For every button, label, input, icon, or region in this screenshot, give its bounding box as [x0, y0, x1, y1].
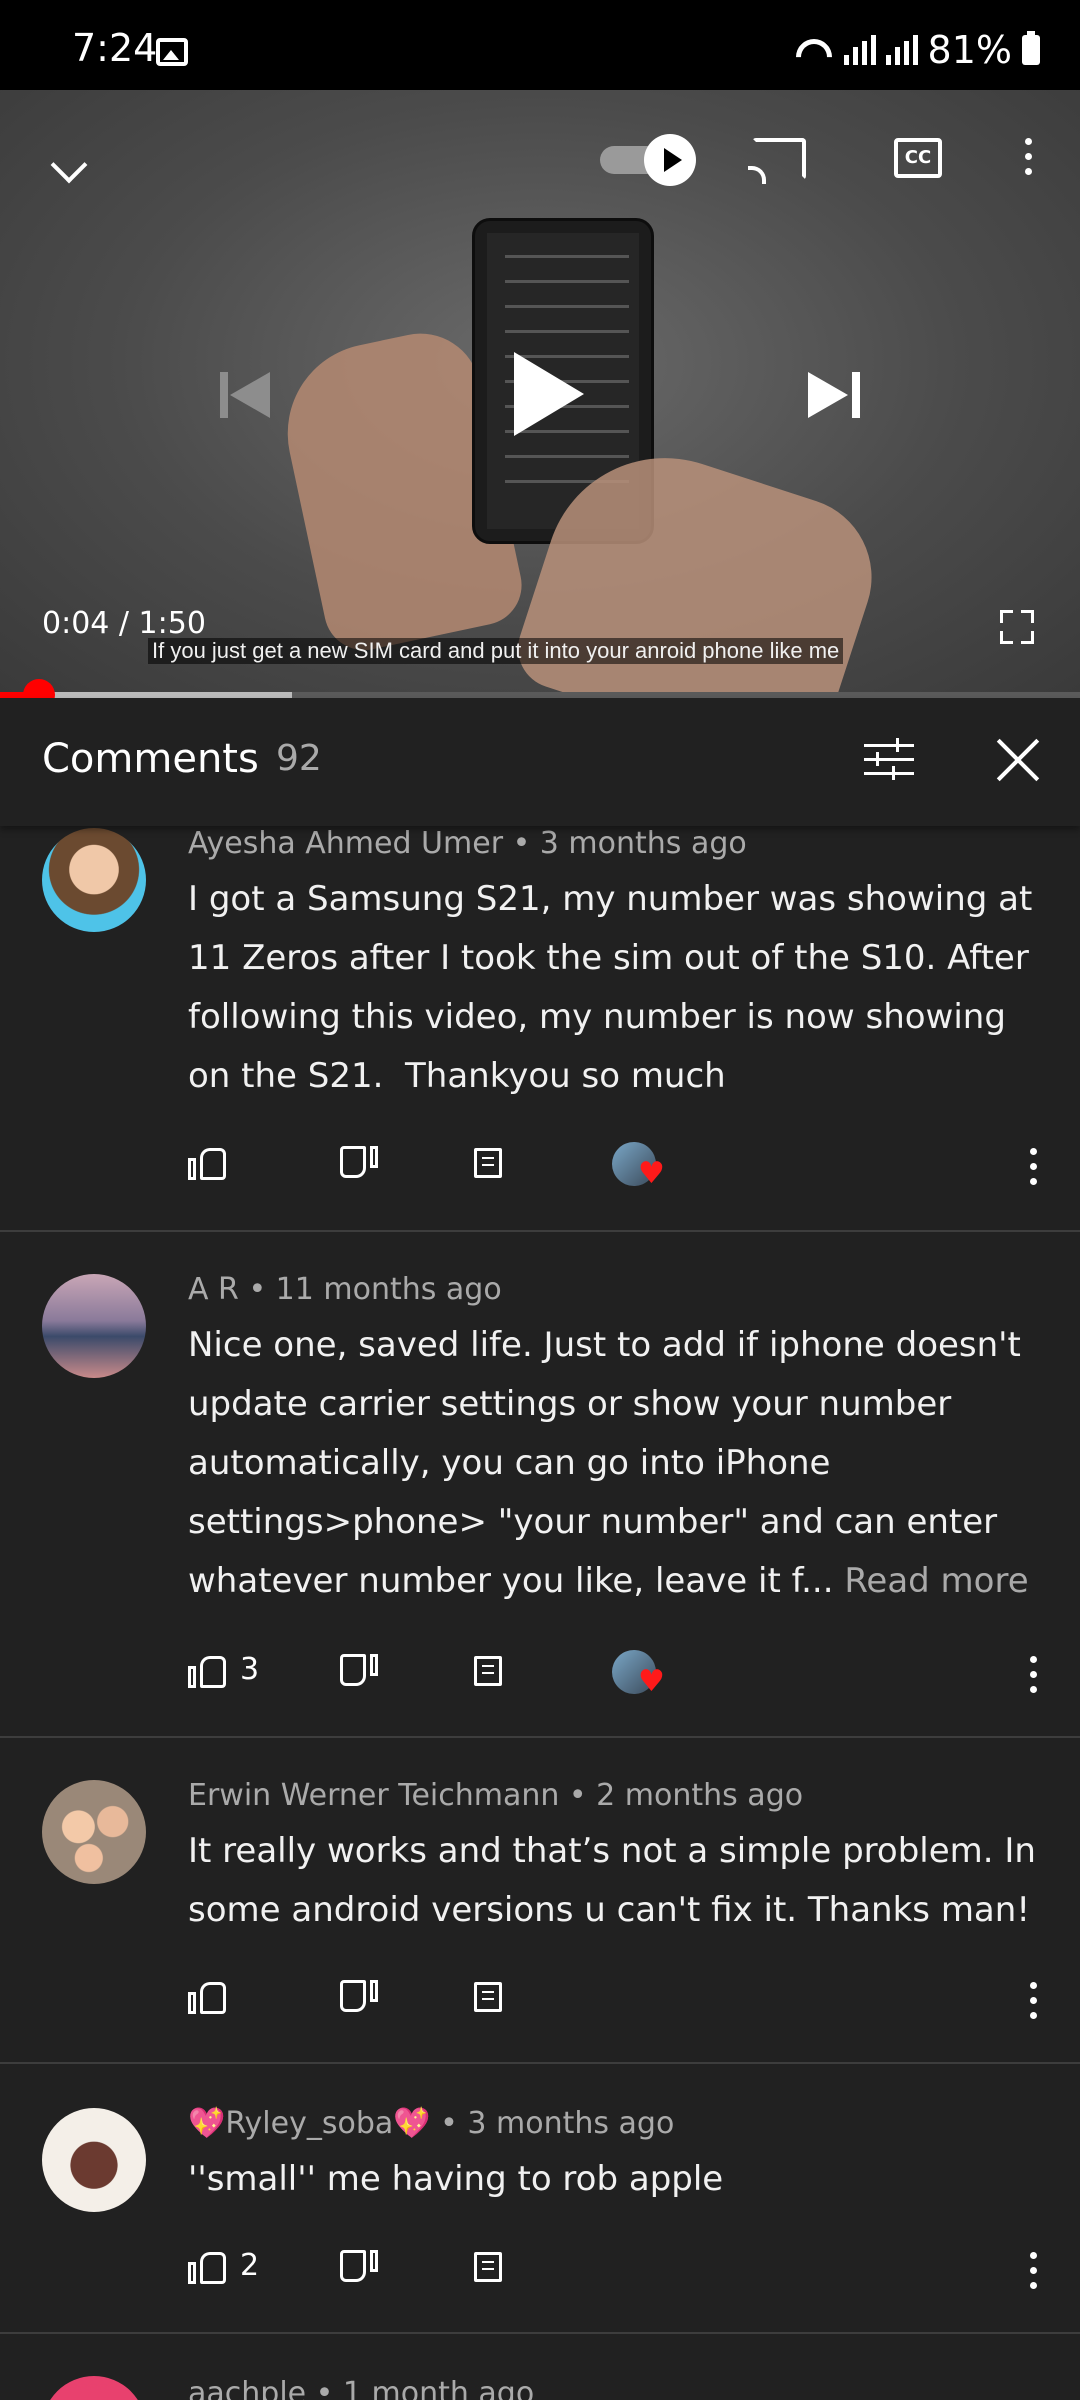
wifi-icon: [794, 35, 834, 65]
battery-icon: [1022, 31, 1040, 65]
reply-icon[interactable]: [474, 1148, 502, 1178]
avatar[interactable]: [42, 2108, 146, 2212]
like-icon[interactable]: [188, 1144, 228, 1182]
like-count: 2: [240, 2248, 260, 2283]
comment-item: 💖Ryley_soba💖 • 3 months ago ''small'' me…: [0, 2106, 1080, 2334]
comments-header: Comments 92: [0, 698, 1080, 826]
more-options-icon[interactable]: [1029, 1656, 1037, 1701]
previous-icon[interactable]: [220, 372, 272, 418]
close-icon[interactable]: [994, 736, 1042, 784]
comment-meta: Erwin Werner Teichmann • 2 months ago: [188, 1778, 804, 1813]
creator-heart-icon: [612, 1650, 665, 1699]
comment-item: aachple • 1 month ago: [0, 2372, 1080, 2400]
avatar[interactable]: [42, 2376, 146, 2400]
avatar[interactable]: [42, 828, 146, 932]
reply-icon[interactable]: [474, 1656, 502, 1686]
cast-icon[interactable]: [748, 138, 806, 184]
dislike-icon[interactable]: [338, 1144, 378, 1182]
autoplay-toggle[interactable]: [600, 134, 696, 186]
comment-text-body: Nice one, saved life. Just to add if iph…: [188, 1325, 1032, 1601]
like-count: 3: [240, 1652, 260, 1687]
signal-icon: [885, 35, 918, 65]
comment-meta: 💖Ryley_soba💖 • 3 months ago: [188, 2106, 675, 2141]
reply-icon[interactable]: [474, 1982, 502, 2012]
status-indicators: 81%: [794, 28, 1040, 72]
dislike-icon[interactable]: [338, 2248, 378, 2286]
dislike-icon[interactable]: [338, 1978, 378, 2016]
comment-text: Nice one, saved life. Just to add if iph…: [188, 1316, 1038, 1611]
video-time: 0:04 / 1:50: [42, 606, 206, 641]
battery-percent: 81%: [927, 28, 1012, 72]
comment-item: A R • 11 months ago Nice one, saved life…: [0, 1272, 1080, 1738]
comment-meta: A R • 11 months ago: [188, 1272, 502, 1307]
gallery-notification-icon: [156, 38, 188, 66]
comment-meta: Ayesha Ahmed Umer • 3 months ago: [188, 826, 747, 861]
avatar[interactable]: [42, 1780, 146, 1884]
play-icon[interactable]: [514, 352, 584, 436]
comment-meta: aachple • 1 month ago: [188, 2376, 535, 2400]
status-time: 7:24: [72, 26, 158, 70]
comment-text: I got a Samsung S21, my number was showi…: [188, 879, 1044, 1096]
more-options-icon[interactable]: [1024, 138, 1032, 182]
video-caption: If you just get a new SIM card and put i…: [148, 638, 844, 664]
comments-count: 92: [276, 738, 322, 779]
comment-text: ''small'' me having to rob apple: [188, 2159, 724, 2199]
more-options-icon[interactable]: [1029, 2252, 1037, 2297]
comment-text: It really works and that’s not a simple …: [188, 1831, 1047, 1930]
like-icon[interactable]: [188, 1652, 228, 1690]
status-bar: 7:24 81%: [0, 0, 1080, 90]
sort-filter-icon[interactable]: [864, 738, 914, 782]
video-player[interactable]: CC 0:04 / 1:50 If you just get a new SIM…: [0, 90, 1080, 695]
comments-title: Comments: [42, 736, 259, 782]
comment-item: Erwin Werner Teichmann • 2 months ago It…: [0, 1778, 1080, 2064]
closed-captions-icon[interactable]: CC: [894, 138, 942, 178]
play-icon: [644, 134, 696, 186]
comment-item: Ayesha Ahmed Umer • 3 months ago I got a…: [0, 826, 1080, 1232]
dislike-icon[interactable]: [338, 1652, 378, 1690]
fullscreen-icon[interactable]: [1000, 610, 1034, 644]
avatar[interactable]: [42, 1274, 146, 1378]
like-icon[interactable]: [188, 2248, 228, 2286]
read-more-link[interactable]: Read more: [844, 1561, 1028, 1601]
more-options-icon[interactable]: [1029, 1982, 1037, 2027]
like-icon[interactable]: [188, 1978, 228, 2016]
next-icon[interactable]: [808, 372, 860, 418]
signal-icon: [843, 35, 876, 65]
reply-icon[interactable]: [474, 2252, 502, 2282]
minimize-chevron-down-icon[interactable]: [50, 146, 88, 184]
creator-heart-icon: [612, 1142, 665, 1191]
more-options-icon[interactable]: [1029, 1148, 1037, 1193]
